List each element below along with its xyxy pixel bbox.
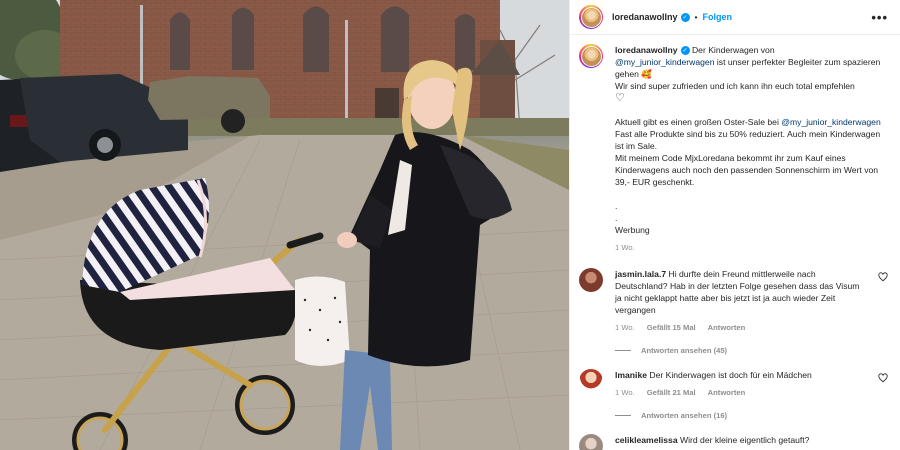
comment-time[interactable]: 1 Wo. xyxy=(615,322,635,334)
mention-link-2[interactable]: @my_junior_kinderwagen xyxy=(781,117,881,127)
view-replies-label: Antworten ansehen (45) xyxy=(641,346,728,355)
caption-dot-2: . xyxy=(615,213,618,223)
replies-divider xyxy=(615,415,631,416)
avatar[interactable] xyxy=(579,5,603,29)
comment-avatar[interactable] xyxy=(579,434,603,450)
more-options-icon[interactable]: ••• xyxy=(871,11,888,24)
comment-text: celikleamelissa Wird der kleine eigentli… xyxy=(615,434,888,450)
verified-badge-icon: ✓ xyxy=(680,12,690,22)
comment-time[interactable]: 1 Wo. xyxy=(615,387,635,399)
caption-dot-1: . xyxy=(615,201,618,211)
view-replies-label: Antworten ansehen (16) xyxy=(641,411,728,420)
comment-text: jasmin.lala.7 Hi durfte dein Freund mitt… xyxy=(615,268,888,334)
header-username[interactable]: loredanawollny xyxy=(612,12,678,22)
caption-username[interactable]: loredanawollny xyxy=(615,45,678,55)
comment-text: lmanike Der Kinderwagen ist doch für ein… xyxy=(615,369,888,399)
caption-meta: 1 Wo. xyxy=(615,242,888,254)
comment-avatar[interactable] xyxy=(579,369,603,393)
header-separator: • xyxy=(694,12,698,22)
instagram-post-view: loredanawollny ✓ • Folgen ••• loredanawo… xyxy=(0,0,900,450)
caption-p3: Mit meinem Code MjxLoredana bekommt ihr … xyxy=(615,153,879,187)
post-sidebar: loredanawollny ✓ • Folgen ••• loredanawo… xyxy=(569,0,900,450)
mention-link-1[interactable]: @my_junior_kinderwagen xyxy=(615,57,715,67)
comment-meta: 1 Wo. Gefällt 21 Mal Antworten xyxy=(615,387,866,399)
caption-lead: Der Kinderwagen von xyxy=(691,45,775,55)
caption-verified-icon: ✓ xyxy=(680,46,690,56)
comments-scroll-area[interactable]: loredanawollny ✓ Der Kinderwagen von @my_… xyxy=(570,35,900,450)
reply-button[interactable]: Antworten xyxy=(708,387,746,399)
comment-item: lmanike Der Kinderwagen ist doch für ein… xyxy=(579,369,888,399)
heart-icon[interactable] xyxy=(878,373,888,383)
caption-entry: loredanawollny ✓ Der Kinderwagen von @my_… xyxy=(579,44,888,254)
comment-meta: 1 Wo. Gefällt 15 Mal Antworten xyxy=(615,322,866,334)
comment-item: celikleamelissa Wird der kleine eigentli… xyxy=(579,434,888,450)
comment-username[interactable]: jasmin.lala.7 xyxy=(615,269,666,279)
caption-time[interactable]: 1 Wo. xyxy=(615,242,635,254)
replies-divider xyxy=(615,350,631,351)
view-replies-button[interactable]: Antworten ansehen (45) xyxy=(615,346,888,355)
comment-body: Der Kinderwagen ist doch für ein Mädchen xyxy=(649,370,812,380)
view-replies-button[interactable]: Antworten ansehen (16) xyxy=(615,411,888,420)
comment-avatar[interactable] xyxy=(579,268,603,292)
comment-username[interactable]: lmanike xyxy=(615,370,647,380)
post-photo[interactable] xyxy=(0,0,569,450)
caption-text: loredanawollny ✓ Der Kinderwagen von @my_… xyxy=(615,44,888,254)
comment-username[interactable]: celikleamelissa xyxy=(615,435,678,445)
heart-icon[interactable] xyxy=(878,272,888,282)
follow-button[interactable]: Folgen xyxy=(703,12,733,22)
caption-p2a: Aktuell gibt es einen großen Oster-Sale … xyxy=(615,117,779,127)
post-header: loredanawollny ✓ • Folgen ••• xyxy=(570,0,900,35)
heart-emoji: ♡ xyxy=(615,92,625,104)
comment-body: Wird der kleine eigentlich getauft? xyxy=(680,435,810,445)
caption-line2: Wir sind super zufrieden und ich kann ih… xyxy=(615,81,855,91)
caption-tag: Werbung xyxy=(615,225,650,235)
photo-illustration xyxy=(0,0,569,450)
reply-button[interactable]: Antworten xyxy=(708,322,746,334)
caption-p2b: Fast alle Produkte sind bis zu 50% reduz… xyxy=(615,129,881,151)
caption-avatar[interactable] xyxy=(579,44,603,68)
comment-likes[interactable]: Gefällt 21 Mal xyxy=(647,387,696,399)
comment-item: jasmin.lala.7 Hi durfte dein Freund mitt… xyxy=(579,268,888,334)
comment-likes[interactable]: Gefällt 15 Mal xyxy=(647,322,696,334)
